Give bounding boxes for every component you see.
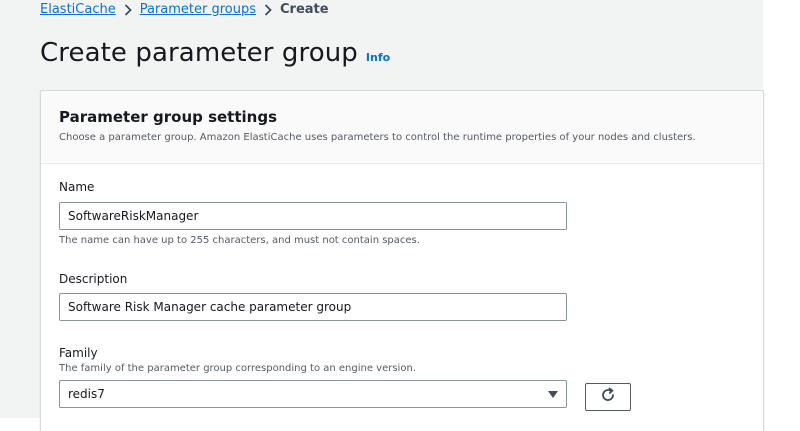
description-label: Description <box>59 272 128 286</box>
family-field: Family The family of the parameter group… <box>59 346 567 408</box>
chevron-right-icon <box>256 2 280 17</box>
chevron-right-icon <box>116 2 140 17</box>
panel-title: Parameter group settings <box>59 108 278 126</box>
caret-down-icon <box>548 387 558 401</box>
family-select[interactable]: redis7 <box>59 380 567 408</box>
panel-description: Choose a parameter group. Amazon ElastiC… <box>59 132 696 143</box>
name-field: Name SoftwareRiskManager The name can ha… <box>59 180 567 246</box>
breadcrumb-current: Create <box>280 2 329 17</box>
family-label: Family <box>59 346 98 360</box>
name-constraint: The name can have up to 255 characters, … <box>59 235 420 246</box>
info-link[interactable]: Info <box>366 51 390 64</box>
family-select-value: redis7 <box>68 387 105 401</box>
description-input[interactable]: Software Risk Manager cache parameter gr… <box>59 293 567 321</box>
parameter-group-settings-panel: Parameter group settings Choose a parame… <box>40 90 764 431</box>
family-hint: The family of the parameter group corres… <box>59 363 416 374</box>
refresh-icon <box>600 387 616 407</box>
breadcrumb-elasticache[interactable]: ElastiCache <box>40 2 116 17</box>
name-input-value: SoftwareRiskManager <box>68 209 199 223</box>
name-label: Name <box>59 180 95 194</box>
panel-header: Parameter group settings Choose a parame… <box>41 91 763 164</box>
page-header: Create parameter group Info <box>40 38 390 68</box>
breadcrumb: ElastiCache Parameter groups Create <box>40 2 329 17</box>
refresh-button[interactable] <box>585 383 631 411</box>
breadcrumb-parameter-groups[interactable]: Parameter groups <box>140 2 256 17</box>
name-input[interactable]: SoftwareRiskManager <box>59 202 567 230</box>
description-field: Description Software Risk Manager cache … <box>59 272 567 321</box>
page-title: Create parameter group <box>40 38 358 68</box>
description-input-value: Software Risk Manager cache parameter gr… <box>68 300 352 314</box>
